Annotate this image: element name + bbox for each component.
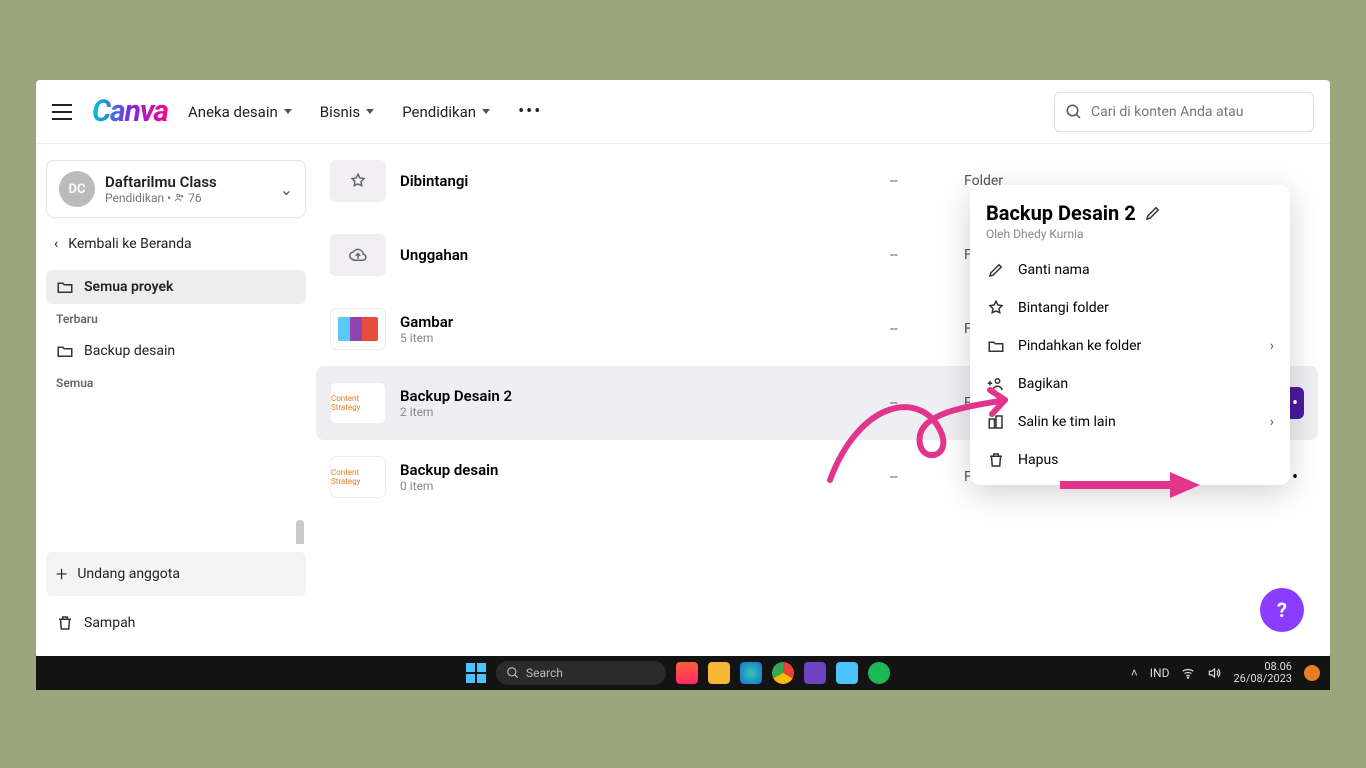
menu-copy-to-team[interactable]: Salin ke tim lain› bbox=[970, 403, 1290, 441]
folder-thumbnail bbox=[330, 308, 386, 350]
search-input[interactable] bbox=[1091, 104, 1303, 120]
top-bar: Canva Aneka desain Bisnis Pendidikan ••• bbox=[36, 80, 1330, 144]
windows-taskbar: Search ˄ IND 08.0626/08/2023 bbox=[36, 656, 1330, 690]
menu-aneka-desain[interactable]: Aneka desain bbox=[188, 103, 292, 121]
chevron-down-icon bbox=[284, 109, 292, 114]
context-menu-title: Backup Desain 2 bbox=[986, 201, 1136, 225]
folder-icon bbox=[986, 337, 1006, 355]
menu-more-icon[interactable]: ••• bbox=[518, 101, 542, 122]
help-fab[interactable]: ? bbox=[1260, 588, 1304, 632]
chevron-right-icon: › bbox=[1270, 414, 1274, 430]
menu-rename[interactable]: Ganti nama bbox=[970, 251, 1290, 289]
taskbar-spotify-icon[interactable] bbox=[868, 662, 890, 684]
taskbar-app-icon[interactable] bbox=[804, 662, 826, 684]
invite-members[interactable]: + Undang anggota bbox=[46, 552, 306, 596]
team-switcher[interactable]: DC Daftarilmu Class Pendidikan • 76 ⌄ bbox=[46, 160, 306, 218]
chevron-down-icon bbox=[366, 109, 374, 114]
buildings-icon bbox=[986, 413, 1006, 431]
volume-icon[interactable] bbox=[1207, 666, 1221, 680]
taskbar-app-icon[interactable] bbox=[676, 662, 698, 684]
notification-badge[interactable] bbox=[1304, 665, 1320, 681]
sidebar: DC Daftarilmu Class Pendidikan • 76 ⌄ ‹ … bbox=[36, 144, 316, 658]
back-to-home[interactable]: ‹ Kembali ke Beranda bbox=[46, 226, 306, 262]
wifi-icon[interactable] bbox=[1181, 666, 1195, 680]
folder-icon bbox=[56, 342, 74, 360]
chevron-up-icon[interactable]: ˄ bbox=[1131, 666, 1138, 680]
scrollbar[interactable] bbox=[296, 520, 304, 544]
search-icon bbox=[506, 666, 520, 680]
sidebar-trash[interactable]: Sampah bbox=[46, 604, 306, 642]
taskbar-notepad-icon[interactable] bbox=[836, 662, 858, 684]
folder-icon bbox=[56, 278, 74, 296]
menu-bisnis[interactable]: Bisnis bbox=[320, 103, 374, 121]
chevron-right-icon: › bbox=[1270, 338, 1274, 354]
taskbar-chrome-icon[interactable] bbox=[772, 662, 794, 684]
taskbar-language[interactable]: IND bbox=[1150, 666, 1170, 680]
pencil-icon bbox=[986, 261, 1006, 279]
sidebar-item-backup-desain[interactable]: Backup desain bbox=[46, 334, 306, 368]
folder-thumbnail: Content Strategy bbox=[330, 456, 386, 498]
search-icon bbox=[1065, 103, 1083, 121]
start-button[interactable] bbox=[466, 663, 486, 683]
trash-icon bbox=[986, 451, 1006, 469]
taskbar-edge-icon[interactable] bbox=[740, 662, 762, 684]
pencil-icon[interactable] bbox=[1144, 204, 1162, 222]
menu-move-to-folder[interactable]: Pindahkan ke folder› bbox=[970, 327, 1290, 365]
taskbar-clock[interactable]: 08.0626/08/2023 bbox=[1233, 661, 1292, 685]
folder-thumbnail: Content Strategy bbox=[330, 382, 386, 424]
team-avatar: DC bbox=[59, 171, 95, 207]
top-menu: Aneka desain Bisnis Pendidikan ••• bbox=[188, 101, 542, 122]
taskbar-explorer-icon[interactable] bbox=[708, 662, 730, 684]
star-icon bbox=[986, 299, 1006, 317]
plus-icon: + bbox=[56, 562, 67, 586]
chevron-down-icon bbox=[482, 109, 490, 114]
taskbar-search[interactable]: Search bbox=[496, 661, 666, 685]
chevron-down-icon: ⌄ bbox=[280, 180, 293, 199]
team-name: Daftarilmu Class bbox=[105, 173, 217, 191]
sidebar-label-all: Semua bbox=[46, 368, 306, 398]
people-plus-icon bbox=[986, 375, 1006, 393]
canva-logo[interactable]: Canva bbox=[92, 94, 168, 129]
menu-share[interactable]: Bagikan bbox=[970, 365, 1290, 403]
app-window: Canva Aneka desain Bisnis Pendidikan •••… bbox=[36, 80, 1330, 658]
menu-pendidikan[interactable]: Pendidikan bbox=[402, 103, 490, 121]
menu-delete[interactable]: Hapus bbox=[970, 441, 1290, 479]
upload-icon bbox=[330, 234, 386, 276]
team-sub: Pendidikan • 76 bbox=[105, 191, 217, 205]
chevron-left-icon: ‹ bbox=[54, 236, 58, 252]
context-menu-subtitle: Oleh Dhedy Kurnia bbox=[986, 227, 1274, 241]
sidebar-label-recent: Terbaru bbox=[46, 304, 306, 334]
hamburger-menu-icon[interactable] bbox=[52, 104, 72, 120]
search-box[interactable] bbox=[1054, 92, 1314, 132]
context-menu: Backup Desain 2 Oleh Dhedy Kurnia Ganti … bbox=[970, 185, 1290, 485]
menu-star-folder[interactable]: Bintangi folder bbox=[970, 289, 1290, 327]
sidebar-item-all-projects[interactable]: Semua proyek bbox=[46, 270, 306, 304]
taskbar-pinned-apps bbox=[676, 662, 890, 684]
star-icon bbox=[330, 160, 386, 202]
trash-icon bbox=[56, 614, 74, 632]
